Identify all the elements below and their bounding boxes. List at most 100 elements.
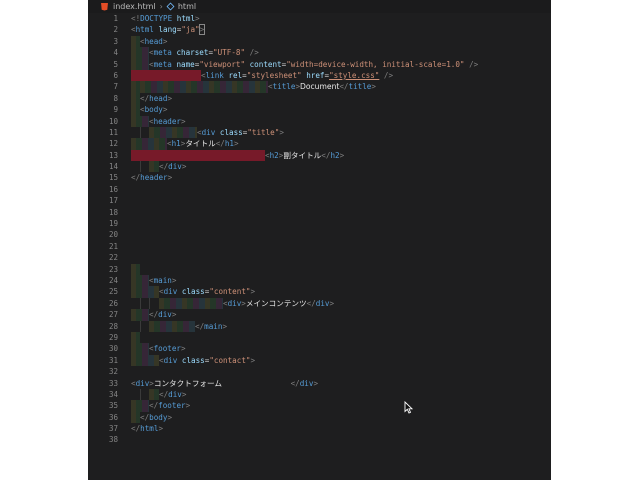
code-line[interactable]: <meta name="viewport" content="width=dev… [131,58,551,70]
code-text[interactable]: </div> [159,161,186,172]
code-text[interactable]: <meta charset="UTF-8" /> [149,47,259,58]
code-text[interactable]: <html lang="ja"> [131,24,206,36]
code-token: class [215,127,243,137]
code-token: html [140,424,159,434]
code-line[interactable]: <header> [131,115,551,127]
code-line[interactable]: </div> [131,309,551,321]
code-line[interactable] [131,252,551,263]
code-line[interactable]: </header> [131,172,551,183]
code-text[interactable]: </head> [140,93,172,104]
code-token: </ [149,310,159,320]
code-line[interactable] [131,184,551,195]
code-line[interactable] [131,207,551,218]
indent-rainbow-guide [131,47,149,59]
code-line[interactable]: <html lang="ja"> [131,24,551,36]
code-line[interactable]: <link rel="stylesheet" href="style.css" … [131,69,551,82]
code-text[interactable]: <h2>副タイトル</h2> [265,150,344,161]
code-line[interactable]: <div class="contact"> [131,354,551,367]
code-text[interactable]: <div class="title"> [197,127,284,138]
code-line[interactable] [131,331,551,344]
code-token: "UTF-8" [213,48,246,58]
code-line[interactable] [131,241,551,252]
code-text[interactable]: <div>コンタクトフォーム </div> [131,378,318,389]
code-line[interactable]: </div> [131,161,551,173]
code-text[interactable]: <div class="content"> [159,286,255,297]
code-token: </ [149,401,159,411]
code-line[interactable]: </footer> [131,400,551,412]
code-token: </ [131,424,141,434]
code-token: </ [140,93,150,103]
code-line[interactable]: <h2>副タイトル</h2> [131,149,551,162]
code-line[interactable] [131,195,551,206]
code-text[interactable]: <!DOCTYPE html> [131,13,200,24]
code-text[interactable]: </html> [131,423,163,434]
code-token: <! [131,14,141,23]
code-text[interactable]: </div> [149,309,176,320]
code-text[interactable]: <div>メインコンテンツ</div> [223,298,334,309]
breadcrumb-file[interactable]: index.html [113,2,156,11]
indent-rainbow-guide [140,81,268,93]
code-line[interactable]: </head> [131,92,551,105]
code-text[interactable]: <div class="contact"> [159,355,255,366]
code-line[interactable]: <div>メインコンテンツ</div> [131,297,551,310]
code-line[interactable]: <head> [131,35,551,48]
code-token: /> [245,48,259,58]
code-text[interactable]: </main> [195,321,227,332]
indent-rainbow-guide [131,115,149,127]
code-token: > [167,173,173,183]
line-number: 1 [113,14,118,23]
code-line[interactable]: <main> [131,274,551,287]
code-token: </ [306,298,316,308]
indent-rainbow-guide [131,138,167,150]
code-text[interactable]: <h1>タイトル</h1> [167,138,239,149]
code-editor[interactable]: index.html › html 1 2 3 4 5 6 7 8 9 10 11 12 13 14 15 1… [88,0,551,480]
code-line[interactable]: <body> [131,104,551,116]
code-line[interactable]: </div> [131,388,551,401]
chevron-right-icon: › [159,2,163,11]
line-number: 31 [108,355,118,365]
code-token: div [168,162,182,172]
indent-rainbow-guide [159,297,223,310]
code-token: title [348,82,372,92]
code-token: header [140,173,168,183]
code-lines[interactable]: <!DOCTYPE html> <html lang="ja"> <head> <me… [131,13,551,446]
code-token: h2 [330,150,340,160]
code-line[interactable]: <footer> [131,343,551,355]
code-line[interactable]: <div>コンタクトフォーム </div> [131,378,551,389]
code-token: html [172,14,196,23]
code-line[interactable]: </html> [131,423,551,434]
code-text[interactable]: </body> [140,412,172,423]
code-line[interactable]: <div class="content"> [131,286,551,298]
code-line[interactable]: <title>Document</title> [131,81,551,93]
line-number: 10 [108,116,118,126]
code-line[interactable] [131,263,551,275]
code-line[interactable]: <h1>タイトル</h1> [131,138,551,150]
line-number: 17 [108,196,118,206]
code-line[interactable]: </body> [131,411,551,424]
code-line[interactable] [131,229,551,240]
code-text[interactable]: </div> [159,389,186,400]
code-text[interactable]: <link rel="stylesheet" href="style.css" … [201,70,393,81]
code-text[interactable]: <footer> [149,343,186,354]
code-token: > [181,162,187,172]
code-text[interactable]: <body> [140,104,167,115]
code-text[interactable]: </header> [131,172,172,183]
code-token: meta [153,48,172,58]
code-text[interactable]: </footer> [149,400,190,411]
code-text[interactable]: <head> [140,36,167,47]
code-line[interactable]: <div class="title"> [131,126,551,139]
code-line[interactable] [131,218,551,229]
breadcrumb-symbol[interactable]: html [178,2,196,11]
code-line[interactable] [131,434,551,445]
code-line[interactable]: <!DOCTYPE html> [131,13,551,24]
code-token: main [153,275,172,285]
code-line[interactable]: </main> [131,320,551,332]
code-line[interactable]: <meta charset="UTF-8" /> [131,47,551,59]
indent-rainbow-guide [131,92,140,105]
code-text[interactable]: <title>Document</title> [268,81,376,92]
code-text[interactable]: <main> [149,275,176,286]
indent-rainbow-guide [131,58,149,70]
code-text[interactable]: <meta name="viewport" content="width=dev… [149,59,478,70]
code-text[interactable]: <header> [149,116,186,127]
code-line[interactable] [131,366,551,377]
